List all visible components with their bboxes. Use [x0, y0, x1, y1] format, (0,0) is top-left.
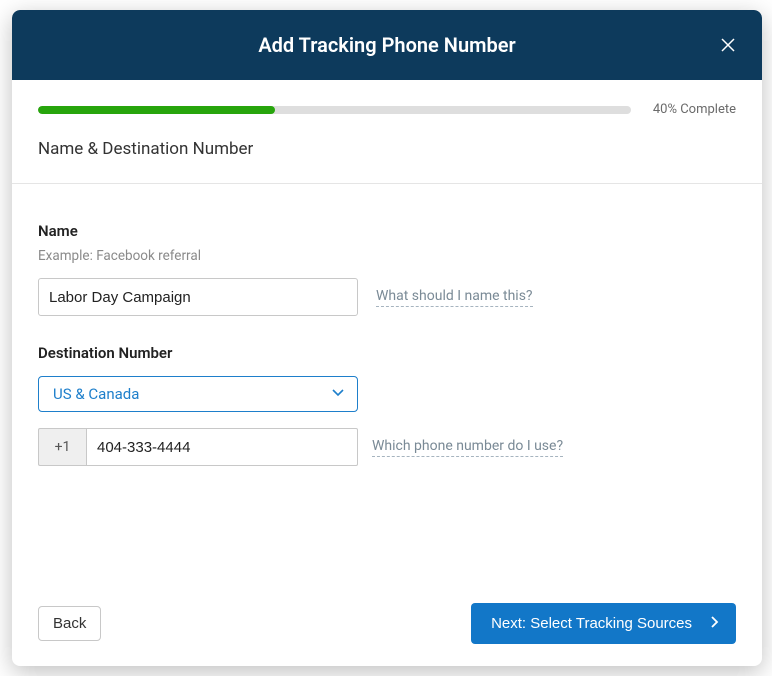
close-icon[interactable] [714, 31, 742, 59]
name-help-link[interactable]: What should I name this? [376, 288, 533, 307]
destination-country-row: US & Canada [38, 376, 736, 412]
progress-fill [38, 106, 275, 114]
name-input[interactable] [38, 278, 358, 316]
chevron-right-icon [708, 615, 720, 632]
country-code-prefix: +1 [38, 428, 86, 466]
progress-bar [38, 106, 631, 114]
page-backdrop: Add Tracking Phone Number 40% Complete N… [0, 0, 772, 676]
destination-phone-input[interactable] [86, 428, 358, 466]
progress-label: 40% Complete [653, 102, 736, 117]
section-title: Name & Destination Number [38, 139, 736, 173]
destination-phone-row: +1 Which phone number do I use? [38, 428, 736, 466]
progress-row: 40% Complete [12, 80, 762, 117]
country-select[interactable]: US & Canada [38, 376, 358, 412]
back-button[interactable]: Back [38, 606, 101, 641]
modal-body: Name Example: Facebook referral What sho… [12, 184, 762, 583]
name-label: Name [38, 222, 736, 240]
phone-input-group: +1 [38, 428, 358, 466]
section-header: Name & Destination Number [12, 117, 762, 184]
destination-help-link[interactable]: Which phone number do I use? [372, 438, 563, 457]
name-hint: Example: Facebook referral [38, 248, 736, 264]
add-tracking-number-modal: Add Tracking Phone Number 40% Complete N… [12, 10, 762, 666]
name-row: What should I name this? [38, 278, 736, 316]
next-button-label: Next: Select Tracking Sources [491, 615, 692, 632]
country-select-value: US & Canada [53, 385, 139, 403]
modal-title: Add Tracking Phone Number [258, 33, 515, 57]
chevron-down-icon [331, 385, 345, 403]
next-button[interactable]: Next: Select Tracking Sources [471, 603, 736, 644]
modal-header: Add Tracking Phone Number [12, 10, 762, 80]
destination-label: Destination Number [38, 344, 736, 362]
modal-footer: Back Next: Select Tracking Sources [12, 583, 762, 666]
